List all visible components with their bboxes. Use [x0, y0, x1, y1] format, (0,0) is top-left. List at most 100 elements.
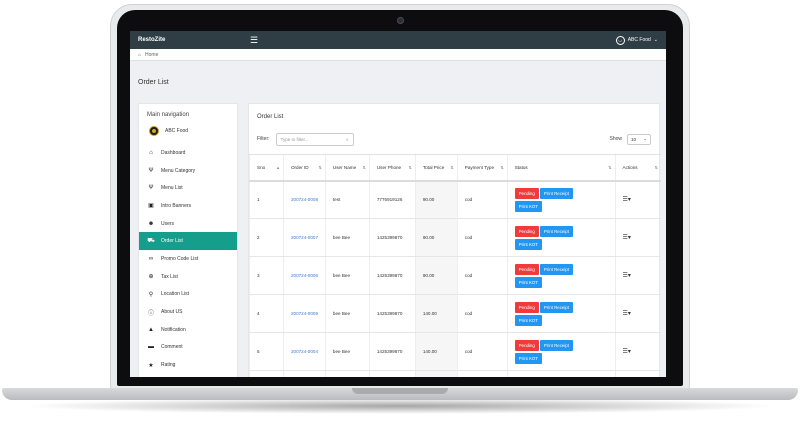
breadcrumb-home[interactable]: Home [145, 52, 158, 58]
column-header[interactable]: User Name ⇅ [324, 154, 370, 182]
image-icon: ▣ [148, 203, 154, 210]
page-size-control: Show 10 ⌄ [609, 133, 651, 145]
sidebar-item-label: Dashboard [161, 149, 186, 156]
print-kot-button[interactable]: Print KOT [514, 200, 542, 212]
link-icon: ∞ [148, 255, 154, 262]
order-id-link[interactable]: 200724-0007 [282, 218, 326, 257]
pending-button[interactable]: Pending [514, 263, 539, 275]
sidebar: Main navigation ABC Food ⌂ Dashboard Ψ Menu… [138, 103, 238, 377]
top-bar: RestoZite ☰ ◡ ABC Food ⌄ [130, 31, 666, 49]
order-id-link[interactable] [282, 370, 326, 377]
order-id-link[interactable]: 200724-0004 [282, 332, 326, 371]
sidebar-item-intro-banners[interactable]: ▣ Intro Banners [139, 197, 237, 215]
brand-logo[interactable]: RestoZite [138, 37, 250, 43]
home-icon: ⌂ [149, 149, 153, 156]
sidebar-item-dashboard[interactable]: ⌂ Dashboard [139, 144, 237, 162]
column-header[interactable]: Status ⇅ [506, 154, 615, 182]
order-id-link[interactable]: 200724-0005 [282, 294, 326, 333]
cell-status: PendingPrint ReceiptPrint KOT [506, 370, 615, 377]
column-header[interactable]: Payment Type ⇅ [456, 154, 508, 182]
pending-button[interactable]: Pending [514, 301, 539, 313]
column-header[interactable]: Order ID ⇅ [282, 154, 326, 182]
cutlery-icon: Ψ [148, 167, 154, 174]
cell-total-price: 90.00 [414, 218, 458, 257]
sidebar-item-label: About US [161, 309, 183, 316]
print-kot-button[interactable]: Print KOT [514, 314, 542, 326]
cell-actions: ☰▾ [614, 370, 661, 377]
print-kot-button[interactable]: Print KOT [514, 352, 542, 364]
cell-total-price: 90.00 [414, 256, 458, 295]
cart-icon: ⛟ [147, 238, 155, 245]
print-receipt-button[interactable]: Print Receipt [539, 301, 573, 313]
sort-icon: ⇅ [362, 165, 366, 170]
sidebar-item-label: Promo Code List [161, 255, 199, 262]
order-id-link[interactable]: 200724-0008 [282, 180, 326, 219]
cell-actions: ☰▾ [614, 180, 661, 219]
cell-actions: ☰▾ [614, 256, 661, 295]
cell-user-phone: 1425399870 [368, 218, 416, 257]
sidebar-item-notification[interactable]: ▲ Notification [139, 321, 237, 339]
cell-status: PendingPrint ReceiptPrint KOT [506, 256, 615, 295]
sidebar-item-rating[interactable]: ★ Rating [139, 356, 237, 374]
cell-sno: 2 [249, 218, 284, 257]
actions-menu-icon[interactable]: ☰▾ [623, 235, 631, 241]
sidebar-item-menu-category[interactable]: Ψ Menu Category [139, 162, 237, 180]
column-header[interactable]: Sno ▲ [249, 154, 284, 182]
table-row: PendingPrint ReceiptPrint KOT☰▾ [249, 370, 661, 377]
location-pin-icon: ⚲ [148, 291, 154, 298]
sort-icon: ⇅ [500, 165, 504, 170]
sort-icon: ⇅ [608, 165, 612, 170]
sidebar-item-location-list[interactable]: ⚲ Location List [139, 286, 237, 304]
cell-status: PendingPrint ReceiptPrint KOT [506, 180, 615, 219]
sidebar-item-comment[interactable]: ▬ Comment [139, 339, 237, 357]
chevron-down-icon: ⌄ [643, 136, 647, 141]
hamburger-menu-icon[interactable]: ☰ [250, 35, 258, 45]
sidebar-item-tax-list[interactable]: ⊕ Tax List [139, 268, 237, 286]
cell-user-name: bee Bee [324, 332, 370, 371]
cell-actions: ☰▾ [614, 332, 661, 371]
sidebar-item-about-us[interactable]: ⓘ About US [139, 303, 237, 321]
print-kot-button[interactable]: Print KOT [514, 276, 542, 288]
pending-button[interactable]: Pending [514, 225, 539, 237]
column-header[interactable]: Actions ⇅ [614, 154, 661, 182]
print-receipt-button[interactable]: Print Receipt [539, 225, 573, 237]
cell-user-phone: 7776919126 [368, 180, 416, 219]
sidebar-item-order-list[interactable]: ⛟ Order List [139, 232, 237, 251]
print-receipt-button[interactable]: Print Receipt [539, 339, 573, 351]
cell-user-phone: 1425399870 [368, 332, 416, 371]
avatar-icon: ◡ [615, 35, 625, 45]
actions-menu-icon[interactable]: ☰▾ [623, 273, 631, 279]
sidebar-item-users[interactable]: ☻ Users [139, 215, 237, 233]
sidebar-item-menu-list[interactable]: Ψ Menu List [139, 179, 237, 197]
chevron-down-icon: ⌄ [653, 37, 658, 43]
cell-status: PendingPrint ReceiptPrint KOT [506, 294, 615, 333]
actions-menu-icon[interactable]: ☰▾ [623, 311, 631, 317]
print-kot-button[interactable]: Print KOT [514, 238, 542, 250]
search-icon: ⌕ [345, 136, 349, 142]
laptop-notch [352, 388, 448, 394]
page-size-select[interactable]: 10 ⌄ [627, 133, 651, 145]
bell-icon: ▲ [148, 326, 154, 333]
actions-menu-icon[interactable]: ☰▾ [623, 197, 631, 203]
sidebar-item-promo-code-list[interactable]: ∞ Promo Code List [139, 250, 237, 268]
sidebar-item-label: Notification [161, 326, 186, 333]
cell-payment-type [456, 370, 508, 377]
cell-total-price: 90.00 [414, 180, 458, 219]
print-receipt-button[interactable]: Print Receipt [539, 263, 573, 275]
cell-payment-type: cod [456, 332, 508, 371]
pending-button[interactable]: Pending [514, 187, 539, 199]
actions-menu-icon[interactable]: ☰▾ [623, 349, 631, 355]
cell-user-name: bee Bee [324, 294, 370, 333]
users-icon: ☻ [147, 220, 155, 227]
user-menu[interactable]: ◡ ABC Food ⌄ [615, 35, 658, 45]
column-header[interactable]: Total Price ⇅ [414, 154, 458, 182]
print-receipt-button[interactable]: Print Receipt [539, 187, 573, 199]
cell-payment-type: cod [456, 256, 508, 295]
column-header[interactable]: User Phone ⇅ [368, 154, 416, 182]
cell-sno: 3 [249, 256, 284, 295]
order-id-link[interactable]: 200724-0006 [282, 256, 326, 295]
filter-input[interactable]: Type to filter... ⌕ [275, 132, 354, 146]
sidebar-item-label: Intro Banners [161, 202, 192, 209]
laptop-mockup: RestoZite ☰ ◡ ABC Food ⌄ ⌂ Home Order Li… [0, 0, 800, 425]
pending-button[interactable]: Pending [514, 339, 539, 351]
